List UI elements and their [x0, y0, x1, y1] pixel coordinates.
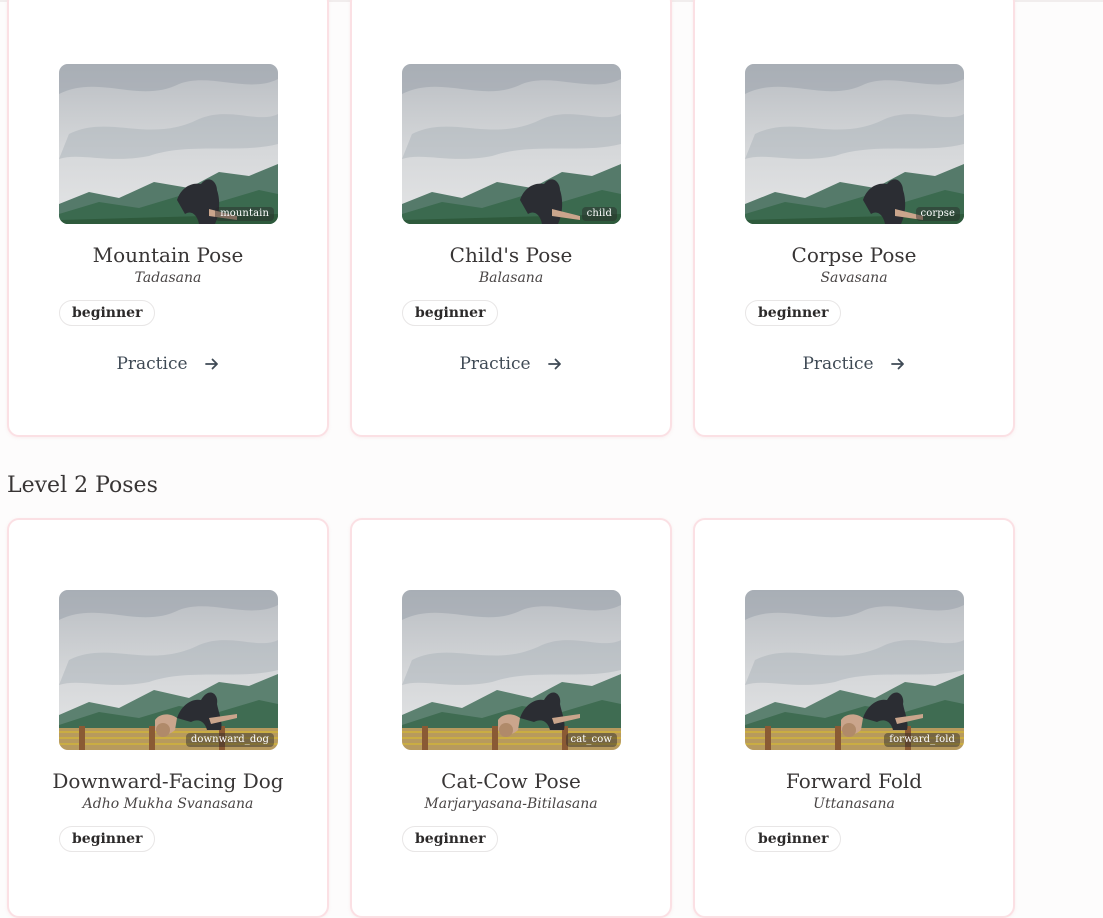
pose-name: Downward-Facing Dog [52, 769, 284, 793]
pose-sanskrit-name: Savasana [820, 270, 888, 286]
pose-card: forward_fold Forward Fold Uttanasana beg… [693, 518, 1015, 918]
pose-card: corpse Corpse Pose Savasana beginner Pra… [693, 0, 1015, 437]
pose-card: child Child's Pose Balasana beginner Pra… [350, 0, 672, 437]
arrow-right-icon [890, 358, 904, 370]
pose-image-caption: downward_dog [185, 733, 274, 747]
level-badge: beginner [59, 826, 156, 852]
pose-card: mountain Mountain Pose Tadasana beginner… [7, 0, 329, 437]
level-badge: beginner [402, 826, 499, 852]
level-badge: beginner [402, 300, 499, 326]
level-badge: beginner [59, 300, 156, 326]
practice-link[interactable]: Practice [9, 354, 327, 374]
practice-label: Practice [459, 354, 531, 374]
pose-name: Mountain Pose [92, 243, 244, 267]
practice-label: Practice [116, 354, 188, 374]
practice-label: Practice [802, 354, 874, 374]
pose-sanskrit-name: Marjaryasana-Bitilasana [424, 796, 598, 812]
pose-card: cat_cow Cat-Cow Pose Marjaryasana-Bitila… [350, 518, 672, 918]
pose-sanskrit-name: Balasana [478, 270, 544, 286]
practice-link[interactable]: Practice [352, 354, 670, 374]
pose-sanskrit-name: Tadasana [134, 270, 202, 286]
pose-name: Corpse Pose [791, 243, 917, 267]
pose-image: corpse [745, 64, 964, 224]
level-badge: beginner [745, 300, 842, 326]
pose-name: Child's Pose [449, 243, 573, 267]
pose-image: mountain [59, 64, 278, 224]
level-badge: beginner [745, 826, 842, 852]
pose-image: downward_dog [59, 590, 278, 750]
practice-link[interactable]: Practice [695, 354, 1013, 374]
pose-image: child [402, 64, 621, 224]
pose-image-caption: corpse [915, 207, 960, 221]
pose-grid-level-1: mountain Mountain Pose Tadasana beginner… [7, 0, 1015, 437]
pose-image-caption: mountain [215, 207, 274, 221]
pose-name: Cat-Cow Pose [441, 769, 581, 793]
section-title: Level 2 Poses [7, 473, 158, 498]
pose-name: Forward Fold [785, 769, 923, 793]
pose-card: downward_dog Downward-Facing Dog Adho Mu… [7, 518, 329, 918]
pose-image-caption: child [581, 207, 617, 221]
arrow-right-icon [204, 358, 218, 370]
pose-image: forward_fold [745, 590, 964, 750]
pose-grid-level-2: downward_dog Downward-Facing Dog Adho Mu… [7, 518, 1015, 918]
pose-sanskrit-name: Adho Mukha Svanasana [82, 796, 254, 812]
pose-image-caption: cat_cow [565, 733, 617, 747]
pose-sanskrit-name: Uttanasana [813, 796, 895, 812]
pose-image: cat_cow [402, 590, 621, 750]
arrow-right-icon [547, 358, 561, 370]
pose-image-caption: forward_fold [884, 733, 960, 747]
